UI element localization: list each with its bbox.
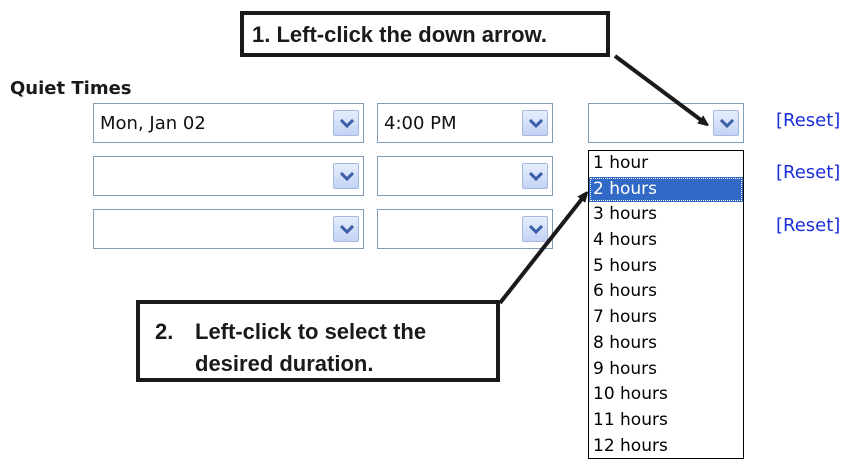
arrow-to-duration-option: [498, 195, 585, 305]
arrow-to-down-arrow: [613, 54, 705, 123]
annotation-arrows: [498, 54, 858, 305]
